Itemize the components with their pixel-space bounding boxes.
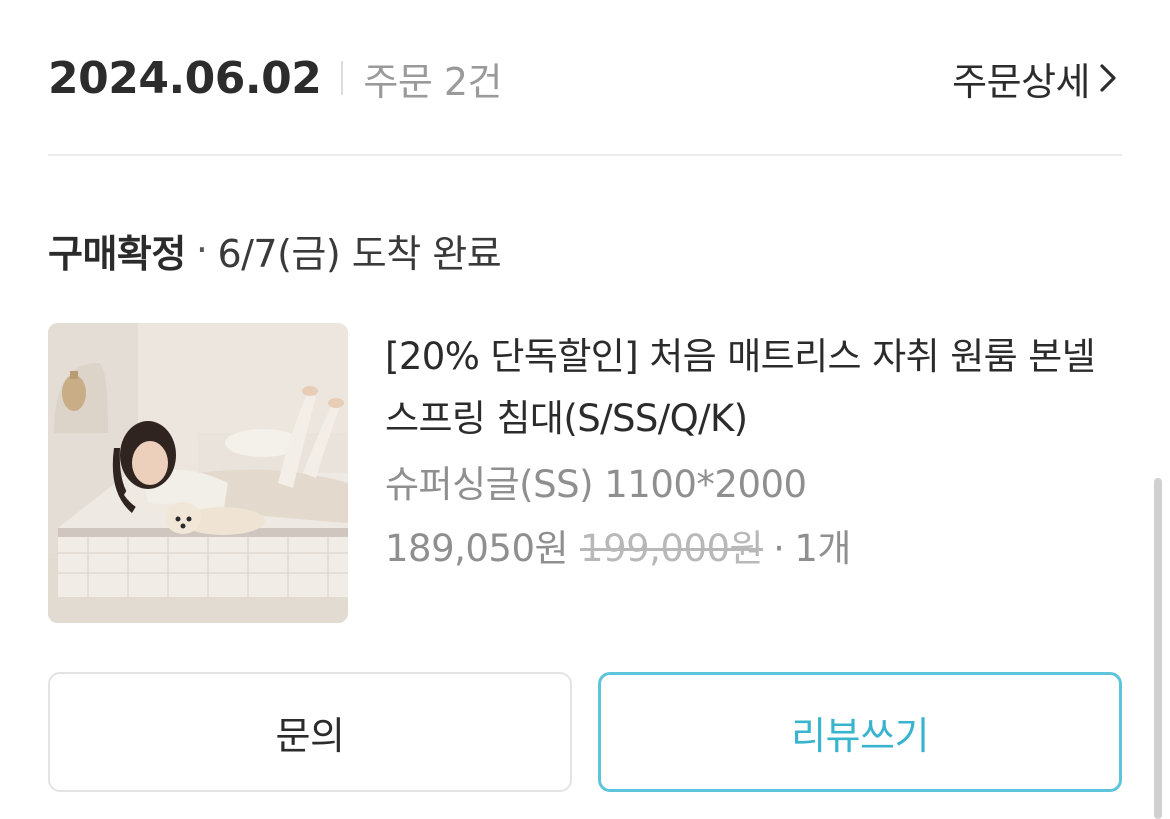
order-summary: 2024.06.02 주문 2건: [48, 51, 502, 106]
order-status: 구매확정 · 6/7(금) 도착 완료: [48, 222, 502, 278]
order-header: 2024.06.02 주문 2건 주문상세: [48, 48, 1122, 108]
product-image[interactable]: [48, 323, 348, 623]
product-name[interactable]: [20% 단독할인] 처음 매트리스 자취 원룸 본넬 스프링 침대(S/SS/…: [385, 326, 1130, 450]
delivery-status: 6/7(금) 도착 완료: [217, 231, 502, 276]
order-card: 2024.06.02 주문 2건 주문상세 구매확정 · 6/7(금) 도착 완…: [0, 0, 1170, 819]
order-detail-link[interactable]: 주문상세: [952, 51, 1122, 106]
mattress-photo-icon: [48, 323, 348, 623]
order-date: 2024.06.02: [48, 52, 322, 104]
product-option: 슈퍼싱글(SS) 1100*2000: [385, 463, 807, 506]
header-divider: [341, 61, 344, 95]
original-price: 199,000원: [580, 527, 764, 570]
chevron-right-icon: [1094, 61, 1122, 95]
order-count: 주문 2건: [363, 59, 502, 104]
sale-price: 189,050원: [385, 527, 569, 570]
scrollbar[interactable]: [1154, 478, 1162, 819]
write-review-button[interactable]: 리뷰쓰기: [598, 672, 1122, 792]
status-separator: ·: [195, 228, 208, 272]
price-separator: ·: [773, 527, 785, 570]
section-divider: [48, 154, 1122, 156]
quantity: 1개: [794, 527, 851, 570]
order-detail-label: 주문상세: [952, 59, 1090, 104]
product-price-line: 189,050원 199,000원 · 1개: [385, 520, 1130, 578]
status-label: 구매확정: [48, 231, 186, 276]
inquiry-button[interactable]: 문의: [48, 672, 572, 792]
product-info: [20% 단독할인] 처음 매트리스 자취 원룸 본넬 스프링 침대(S/SS/…: [385, 326, 1130, 578]
